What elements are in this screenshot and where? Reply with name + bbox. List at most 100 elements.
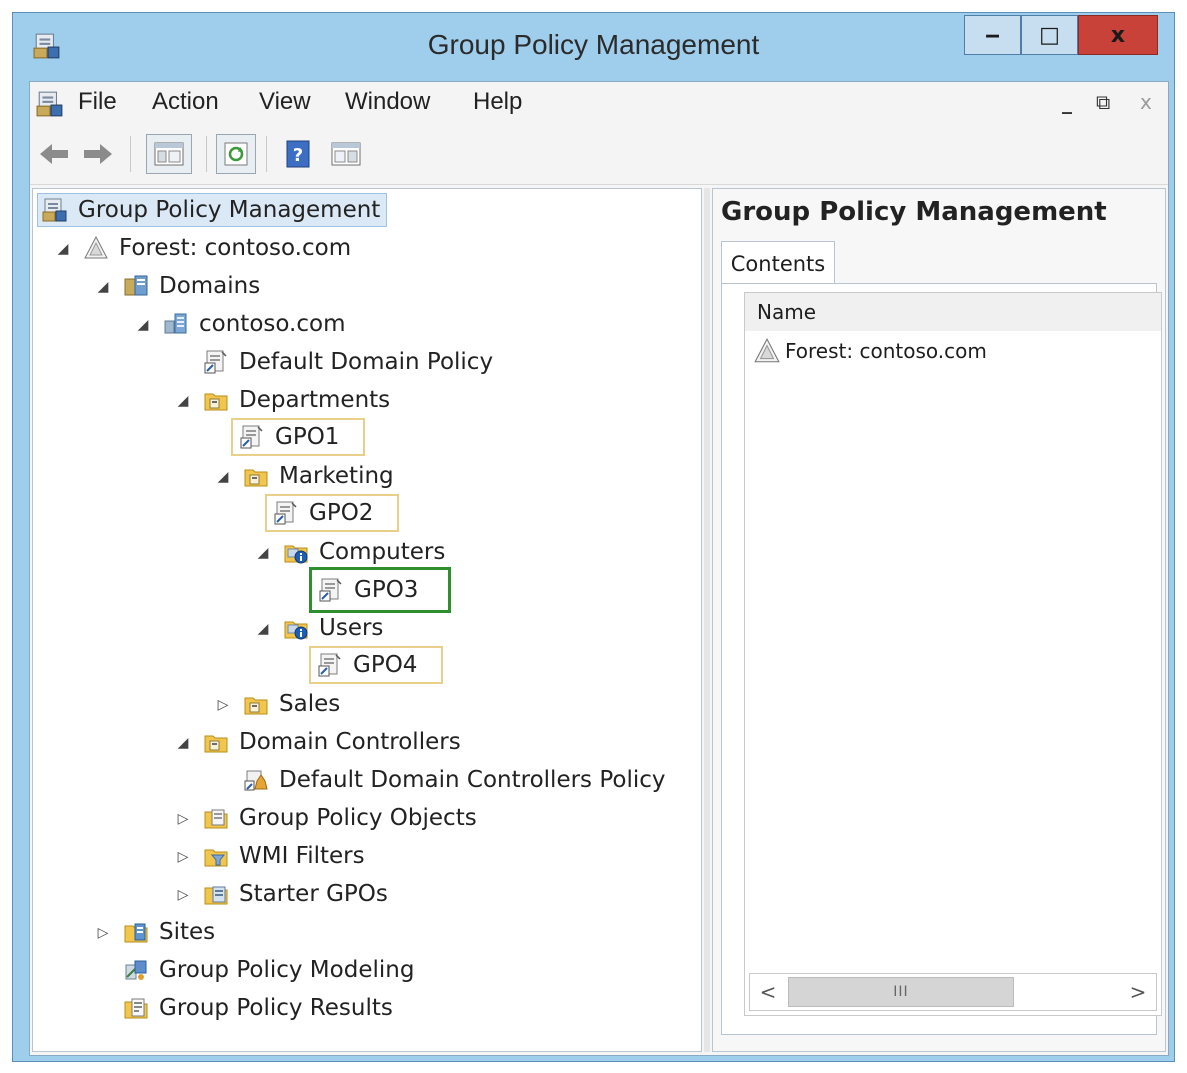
tree-node-forest[interactable]: Forest: contoso.com bbox=[83, 231, 351, 265]
expand-arrow-icon[interactable]: ▷ bbox=[215, 697, 231, 713]
tree-label: Group Policy Modeling bbox=[159, 957, 415, 983]
tree-node-computers[interactable]: Computers bbox=[283, 535, 445, 569]
show-hide-console-tree-button[interactable] bbox=[146, 134, 192, 174]
pane-splitter[interactable] bbox=[704, 188, 710, 1052]
mdi-restore-button[interactable]: ⧉ bbox=[1096, 90, 1110, 114]
folder-doc-icon bbox=[203, 805, 229, 831]
collapse-arrow-icon[interactable]: ◢ bbox=[135, 317, 151, 333]
gpo-link-icon bbox=[317, 652, 343, 678]
close-button[interactable]: x bbox=[1078, 15, 1158, 55]
ou-folder-icon bbox=[203, 387, 229, 413]
properties-icon bbox=[331, 142, 361, 166]
mdi-close-button[interactable]: x bbox=[1140, 90, 1152, 114]
tree-node-modeling[interactable]: Group Policy Modeling bbox=[123, 953, 414, 987]
domains-icon bbox=[123, 273, 149, 299]
tree-node-gpo3[interactable]: GPO3 bbox=[309, 567, 452, 613]
collapse-arrow-icon[interactable]: ◢ bbox=[255, 545, 271, 561]
tree-node-gpo4[interactable]: GPO4 bbox=[309, 646, 444, 684]
console-tree-icon bbox=[154, 142, 184, 166]
back-arrow-icon bbox=[40, 144, 68, 164]
minimize-button[interactable]: ‒ bbox=[964, 15, 1021, 55]
mmc-icon[interactable] bbox=[36, 90, 64, 118]
tree-root[interactable]: Group Policy Management bbox=[37, 193, 388, 227]
horizontal-scrollbar[interactable]: < III > bbox=[749, 973, 1157, 1011]
forward-button[interactable] bbox=[78, 134, 118, 174]
forward-arrow-icon bbox=[84, 144, 112, 164]
tree-node-results[interactable]: Group Policy Results bbox=[123, 991, 393, 1025]
tree-node-marketing[interactable]: Marketing bbox=[243, 459, 394, 493]
scroll-right-button[interactable]: > bbox=[1120, 974, 1156, 1010]
menu-view[interactable]: View bbox=[259, 88, 311, 116]
toolbar-separator bbox=[206, 136, 207, 172]
tree-label: GPO3 bbox=[354, 577, 419, 603]
mdi-minimize-button[interactable]: _ bbox=[1062, 90, 1072, 114]
help-button[interactable]: ? bbox=[278, 134, 318, 174]
expand-arrow-icon[interactable]: ▷ bbox=[175, 811, 191, 827]
dc-policy-icon bbox=[243, 767, 269, 793]
scroll-thumb[interactable]: III bbox=[788, 977, 1014, 1007]
back-button[interactable] bbox=[34, 134, 74, 174]
tree-node-domains[interactable]: Domains bbox=[123, 269, 260, 303]
tab-contents[interactable]: Contents bbox=[721, 241, 835, 285]
wmi-filter-icon bbox=[203, 843, 229, 869]
help-icon: ? bbox=[286, 140, 310, 168]
collapse-arrow-icon[interactable]: ◢ bbox=[95, 279, 111, 295]
collapse-arrow-icon[interactable]: ◢ bbox=[55, 241, 71, 257]
refresh-button[interactable] bbox=[216, 134, 256, 174]
client-area: File Action View Window Help _ ⧉ x ? Gro… bbox=[29, 81, 1169, 1056]
tree-label: Users bbox=[319, 615, 384, 641]
tree-label: Sites bbox=[159, 919, 216, 945]
menu-bar: File Action View Window Help _ ⧉ x bbox=[30, 82, 1168, 126]
tree-label: Departments bbox=[239, 387, 391, 413]
tree-node-sites[interactable]: Sites bbox=[123, 915, 215, 949]
toolbar-separator bbox=[130, 136, 131, 172]
list-item[interactable]: Forest: contoso.com bbox=[753, 333, 987, 369]
collapse-arrow-icon[interactable]: ◢ bbox=[255, 621, 271, 637]
expand-arrow-icon[interactable]: ▷ bbox=[175, 887, 191, 903]
tree-node-contoso[interactable]: contoso.com bbox=[163, 307, 345, 341]
menu-window[interactable]: Window bbox=[345, 88, 430, 116]
menu-file[interactable]: File bbox=[78, 88, 117, 116]
tree-label: Marketing bbox=[279, 463, 394, 489]
tree-node-users[interactable]: Users bbox=[283, 611, 383, 645]
tree-label: contoso.com bbox=[199, 311, 346, 337]
collapse-arrow-icon[interactable]: ◢ bbox=[215, 469, 231, 485]
menu-action[interactable]: Action bbox=[152, 88, 219, 116]
expand-arrow-icon[interactable]: ▷ bbox=[95, 925, 111, 941]
results-icon bbox=[123, 995, 149, 1021]
title-bar[interactable]: Group Policy Management ‒ □ x bbox=[13, 13, 1174, 81]
tree-node-domain-controllers[interactable]: Domain Controllers bbox=[203, 725, 461, 759]
maximize-button[interactable]: □ bbox=[1021, 15, 1078, 55]
collapse-arrow-icon[interactable]: ◢ bbox=[175, 393, 191, 409]
tree-node-wmi-filters[interactable]: WMI Filters bbox=[203, 839, 365, 873]
column-header-name[interactable]: Name bbox=[745, 293, 1161, 331]
collapse-arrow-icon[interactable]: ◢ bbox=[175, 735, 191, 751]
container-info-icon bbox=[283, 615, 309, 641]
tree-label: Group Policy Results bbox=[159, 995, 393, 1021]
tree-label: Sales bbox=[279, 691, 341, 717]
gpo-link-icon bbox=[273, 500, 299, 526]
tree-label: Domain Controllers bbox=[239, 729, 461, 755]
expand-arrow-icon[interactable]: ▷ bbox=[175, 849, 191, 865]
tree-node-gpo1[interactable]: GPO1 bbox=[231, 418, 366, 456]
forest-icon bbox=[753, 337, 781, 365]
tree-node-starter-gpos[interactable]: Starter GPOs bbox=[203, 877, 388, 911]
console-tree[interactable]: Group Policy Management ◢ Forest: contos… bbox=[32, 188, 702, 1052]
toolbar: ? bbox=[30, 126, 1168, 185]
details-title: Group Policy Management bbox=[721, 197, 1107, 227]
tree-label: Group Policy Objects bbox=[239, 805, 477, 831]
properties-button[interactable] bbox=[326, 134, 366, 174]
tree-node-gpo2[interactable]: GPO2 bbox=[265, 494, 400, 532]
tree-node-default-domain-policy[interactable]: Default Domain Policy bbox=[203, 345, 493, 379]
tree-node-group-policy-objects[interactable]: Group Policy Objects bbox=[203, 801, 477, 835]
gpo-link-icon bbox=[239, 424, 265, 450]
gpo-link-icon bbox=[318, 577, 344, 603]
tree-label: GPO4 bbox=[353, 652, 418, 678]
menu-help[interactable]: Help bbox=[473, 88, 522, 116]
contents-list[interactable]: Name Forest: contoso.com < III > bbox=[744, 292, 1162, 1016]
tree-label: Computers bbox=[319, 539, 446, 565]
tree-node-departments[interactable]: Departments bbox=[203, 383, 390, 417]
scroll-left-button[interactable]: < bbox=[750, 974, 786, 1010]
tree-node-default-dc-policy[interactable]: Default Domain Controllers Policy bbox=[243, 763, 666, 797]
tree-node-sales[interactable]: Sales bbox=[243, 687, 340, 721]
